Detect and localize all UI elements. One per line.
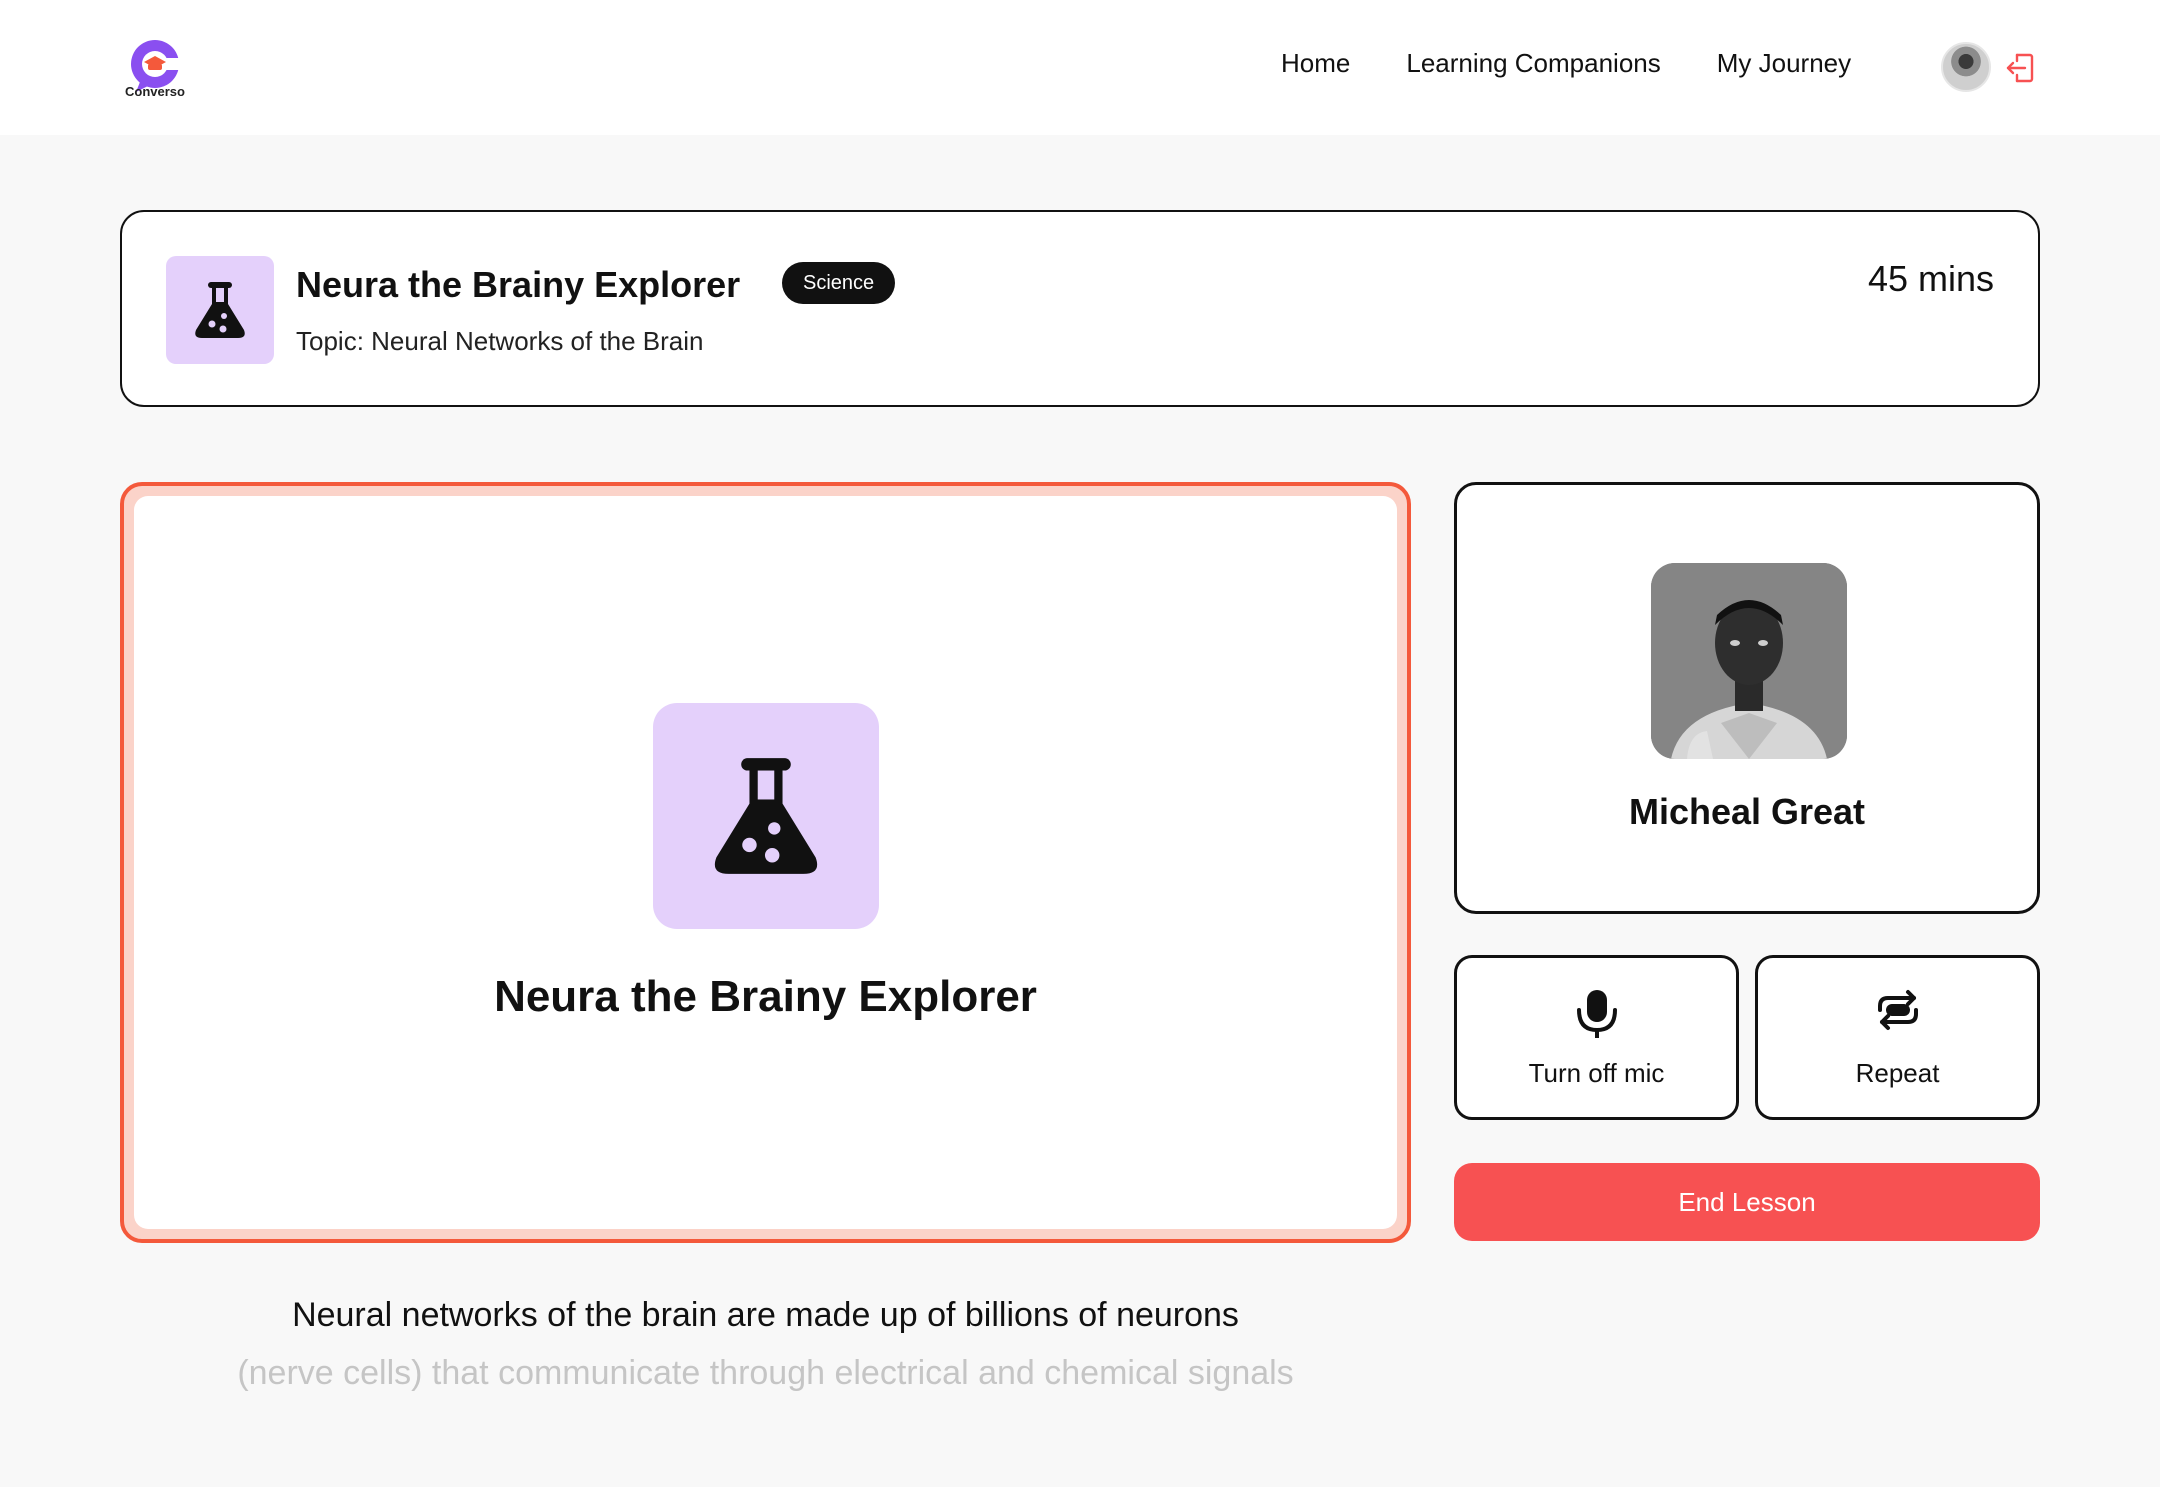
subject-icon-box: [166, 256, 274, 364]
transcript-upcoming-line: (nerve cells) that communicate through e…: [237, 1354, 1294, 1392]
subject-badge: Science: [782, 262, 896, 304]
companion-name: Neura the Brainy Explorer: [494, 972, 1037, 1021]
transcript-current-line: Neural networks of the brain are made up…: [292, 1296, 1239, 1334]
repeat-button-label: Repeat: [1855, 1058, 1940, 1088]
flask-icon: [714, 758, 818, 874]
turn-off-mic-button[interactable]: Turn off mic: [1454, 955, 1739, 1120]
companion-panel-inner: Neura the Brainy Explorer: [134, 496, 1397, 1229]
logout-icon[interactable]: [2005, 52, 2035, 84]
flask-icon: [195, 282, 245, 338]
companion-panel: Neura the Brainy Explorer: [120, 482, 1411, 1243]
repeat-button[interactable]: Repeat: [1755, 955, 2040, 1120]
session-header-card: Neura the Brainy Explorer Science Topic:…: [120, 210, 2040, 407]
repeat-icon: [1877, 990, 1918, 1030]
companion-icon-box: [653, 703, 879, 929]
mic-button-label: Turn off mic: [1528, 1058, 1665, 1088]
user-photo: [1651, 563, 1847, 759]
user-card: Micheal Great: [1454, 482, 2040, 914]
end-lesson-button[interactable]: End Lesson: [1454, 1163, 2040, 1241]
user-portrait-icon: [1651, 563, 1847, 759]
navbar: Converso Home Learning Companions My Jou…: [0, 0, 2160, 135]
nav-links: Home Learning Companions My Journey: [1281, 48, 1851, 79]
avatar[interactable]: [1941, 42, 1991, 92]
user-name: Micheal Great: [1628, 791, 1866, 832]
transcript: Neural networks of the brain are made up…: [120, 1286, 1411, 1402]
nav-link-learning-companions[interactable]: Learning Companions: [1406, 48, 1660, 79]
duration-text: 45 mins: [1867, 258, 1994, 299]
nav-link-home[interactable]: Home: [1281, 48, 1350, 79]
companion-title: Neura the Brainy Explorer: [296, 264, 741, 305]
topic-text: Topic: Neural Networks of the Brain: [296, 326, 704, 356]
nav-link-my-journey[interactable]: My Journey: [1717, 48, 1851, 79]
microphone-icon: [1576, 990, 1617, 1038]
logo-text: Converso: [125, 84, 185, 99]
